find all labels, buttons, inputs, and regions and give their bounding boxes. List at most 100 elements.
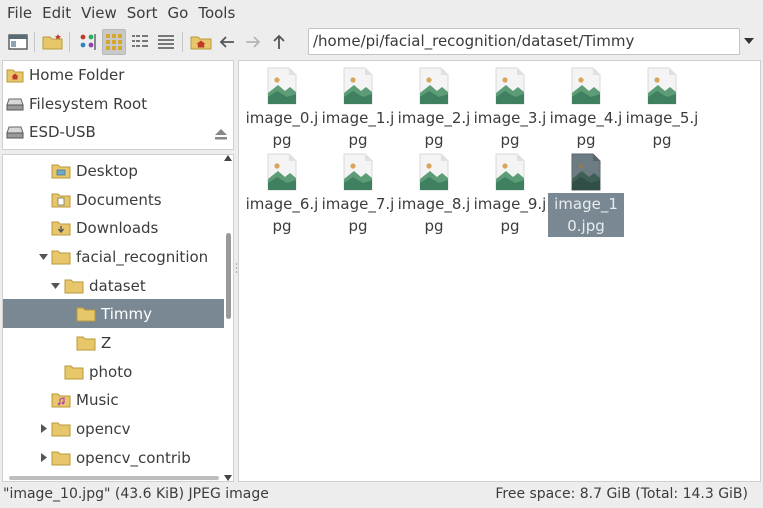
file-name: image_9.jpg (473, 195, 547, 235)
tree-item-dataset[interactable]: dataset (3, 271, 224, 300)
menu-go[interactable]: Go (163, 0, 194, 26)
file-item[interactable]: image_9.jpg (472, 147, 548, 237)
view-compact-button[interactable] (128, 29, 152, 55)
back-arrow-icon (219, 36, 234, 48)
file-item[interactable]: image_8.jpg (396, 147, 472, 237)
file-item[interactable]: image_1.jpg (320, 61, 396, 151)
status-bar: "image_10.jpg" (43.6 KiB) JPEG image Fre… (0, 484, 763, 506)
file-item[interactable]: image_0.jpg (244, 61, 320, 151)
thumbnail-view-icon (80, 34, 96, 50)
new-window-button[interactable] (6, 29, 30, 55)
folder-icon (76, 307, 96, 321)
collapsed-arrow-icon[interactable] (39, 423, 49, 433)
folder-icon (76, 336, 96, 350)
scroll-up-arrow-icon[interactable] (224, 155, 232, 161)
tree-horizontal-scroll-thumb[interactable] (9, 476, 219, 480)
place-label: Filesystem Root (29, 95, 148, 113)
home-button[interactable] (189, 29, 213, 55)
menu-sort[interactable]: Sort (122, 0, 163, 26)
file-name: image_3.jpg (473, 109, 547, 149)
downloads-folder-icon (51, 221, 71, 235)
drive-icon (6, 98, 24, 111)
tree-item-label: Z (101, 333, 112, 352)
tree-item-timmy[interactable]: Timmy (3, 299, 224, 328)
menu-bar: File Edit View Sort Go Tools (0, 0, 763, 26)
tree-item-photo[interactable]: photo (3, 357, 224, 386)
file-name: image_8.jpg (397, 195, 471, 235)
menu-view[interactable]: View (76, 0, 122, 26)
tree-item-music[interactable]: Music (3, 385, 224, 414)
file-name: image_10.jpg (548, 193, 624, 237)
tree-item-documents[interactable]: Documents (3, 185, 224, 214)
documents-folder-icon (51, 193, 71, 207)
place-filesystem-root[interactable]: Filesystem Root (3, 90, 233, 118)
folder-icon (51, 250, 71, 264)
tree-item-label: opencv (76, 419, 131, 438)
tree-item-label: Music (76, 390, 119, 409)
view-icons-button[interactable] (102, 29, 126, 55)
file-name: image_0.jpg (245, 109, 319, 149)
place-esd-usb[interactable]: ESD-USB (3, 118, 233, 146)
file-item[interactable]: image_6.jpg (244, 147, 320, 237)
back-button[interactable] (215, 29, 239, 55)
forward-button[interactable] (241, 29, 265, 55)
forward-arrow-icon (246, 36, 261, 48)
file-name: image_1.jpg (321, 109, 395, 149)
image-file-icon (495, 153, 525, 191)
tree-item-label: opencv_contrib (76, 448, 191, 467)
file-item[interactable]: image_7.jpg (320, 147, 396, 237)
new-folder-button[interactable] (41, 29, 65, 55)
file-item[interactable]: image_2.jpg (396, 61, 472, 151)
expanded-arrow-icon[interactable] (50, 281, 60, 291)
up-button[interactable] (267, 29, 291, 55)
usb-drive-icon (6, 126, 24, 139)
toolbar: /home/pi/facial_recognition/dataset/Timm… (0, 27, 763, 57)
menu-file[interactable]: File (2, 0, 37, 26)
menu-edit[interactable]: Edit (37, 0, 76, 26)
path-history-dropdown[interactable] (742, 32, 756, 50)
chevron-down-icon (744, 38, 754, 44)
file-icon-view[interactable]: image_0.jpg image_1.jpg image_2.jpg imag… (238, 60, 761, 482)
place-label: ESD-USB (29, 123, 96, 141)
tree-item-z[interactable]: Z (3, 328, 224, 357)
image-file-icon (647, 67, 677, 105)
file-item-selected[interactable]: image_10.jpg (548, 147, 624, 237)
folder-icon (51, 451, 71, 465)
collapsed-arrow-icon[interactable] (39, 452, 49, 462)
tree-scroll-thumb[interactable] (226, 233, 231, 319)
scroll-down-arrow-icon[interactable] (224, 475, 232, 481)
file-item[interactable]: image_5.jpg (624, 61, 700, 151)
place-home-folder[interactable]: Home Folder (3, 61, 233, 89)
file-item[interactable]: image_4.jpg (548, 61, 624, 151)
folder-icon (64, 365, 84, 379)
toolbar-separator (182, 32, 183, 52)
view-list-button[interactable] (154, 29, 178, 55)
directory-tree: Desktop Documents Downloads facial_recog… (2, 154, 234, 482)
image-file-icon (571, 153, 601, 191)
tree-item-opencv[interactable]: opencv (3, 414, 224, 443)
list-view-icon (158, 35, 174, 49)
file-name: image_6.jpg (245, 195, 319, 235)
menu-tools[interactable]: Tools (193, 0, 240, 26)
tree-item-facial-recognition[interactable]: facial_recognition (3, 242, 224, 271)
path-input[interactable]: /home/pi/facial_recognition/dataset/Timm… (308, 28, 740, 55)
expanded-arrow-icon[interactable] (38, 252, 48, 262)
folder-icon (64, 279, 84, 293)
music-folder-icon (51, 393, 71, 407)
tree-item-downloads[interactable]: Downloads (3, 213, 224, 242)
image-file-icon (419, 153, 449, 191)
tree-item-desktop[interactable]: Desktop (3, 156, 224, 185)
file-item[interactable]: image_3.jpg (472, 61, 548, 151)
eject-button[interactable] (215, 126, 227, 144)
tree-item-label: photo (89, 362, 133, 381)
tree-vertical-scrollbar[interactable] (223, 155, 233, 481)
view-thumbnails-button[interactable] (76, 29, 100, 55)
selection-info: "image_10.jpg" (43.6 KiB) JPEG image (3, 486, 269, 502)
tree-item-label: dataset (89, 276, 146, 295)
eject-icon (215, 129, 227, 140)
desktop-folder-icon (51, 164, 71, 178)
tree-item-opencv-contrib[interactable]: opencv_contrib (3, 443, 224, 472)
icon-view-icon (106, 34, 122, 50)
free-space-info: Free space: 8.7 GiB (Total: 14.3 GiB) (495, 486, 748, 502)
image-file-icon (267, 67, 297, 105)
